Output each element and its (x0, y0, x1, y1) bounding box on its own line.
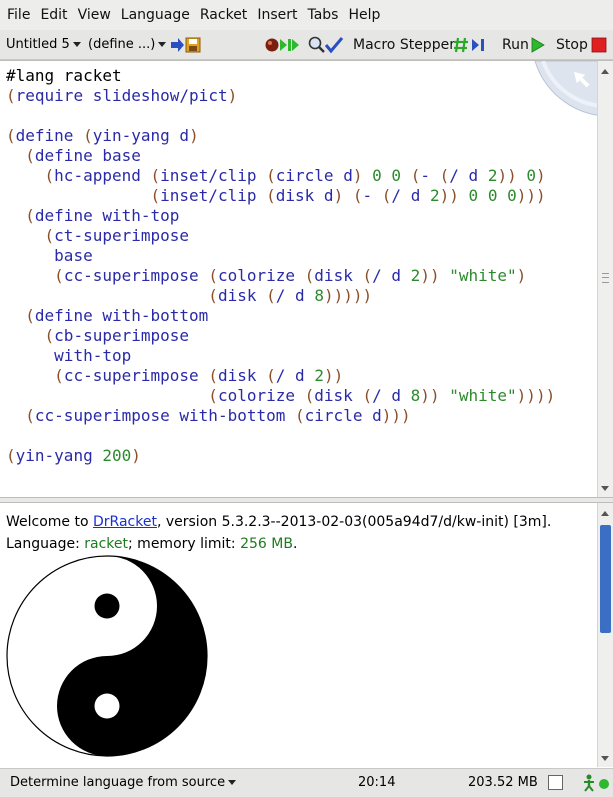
cursor-position: 20:14 (358, 775, 396, 790)
chevron-down-icon (72, 42, 81, 47)
macro-stepper-icon[interactable] (454, 36, 492, 54)
memory-limit-value: 256 MB (240, 536, 293, 552)
welcome-line: Welcome to DrRacket, version 5.3.2.3--20… (6, 511, 551, 533)
stop-icon[interactable] (591, 37, 607, 53)
menu-tabs[interactable]: Tabs (302, 0, 343, 30)
code-line[interactable]: base (6, 246, 555, 266)
code-line[interactable]: (cc-superimpose (disk (/ d 2)) (6, 366, 555, 386)
welcome-message: Welcome to DrRacket, version 5.3.2.3--20… (6, 511, 551, 555)
file-dropdown-label: Untitled 5 (6, 37, 70, 52)
running-figure-icon (584, 774, 594, 792)
drracket-link[interactable]: DrRacket (93, 514, 157, 530)
menu-help[interactable]: Help (343, 0, 385, 30)
code-line[interactable]: #lang racket (6, 66, 555, 86)
language-prefix: Language: (6, 536, 85, 552)
status-bar: Determine language from source 20:14 203… (0, 768, 613, 797)
code-line[interactable]: (cc-superimpose with-bottom (circle d))) (6, 406, 555, 426)
scroll-thumb[interactable] (600, 525, 611, 633)
code-line[interactable]: (inset/clip (disk d) (- (/ d 2)) 0 0 0))… (6, 186, 555, 206)
check-syntax-icon[interactable] (308, 36, 344, 54)
chevron-down-icon (228, 780, 237, 785)
editor-scrollbar[interactable] (597, 61, 613, 497)
scroll-up-icon[interactable] (601, 69, 609, 74)
code-line[interactable]: with-top (6, 346, 555, 366)
code-line[interactable]: (yin-yang 200) (6, 446, 555, 466)
macro-stepper-button[interactable]: Macro Stepper (353, 30, 455, 60)
code-line[interactable] (6, 426, 555, 446)
language-selector-label: Determine language from source (10, 775, 226, 790)
file-dropdown[interactable]: Untitled 5 (6, 30, 81, 60)
run-button[interactable]: Run (502, 30, 529, 60)
yin-yang-image (6, 555, 208, 757)
run-label: Run (502, 37, 529, 53)
code-line[interactable]: (disk (/ d 8))))) (6, 286, 555, 306)
code-line[interactable]: (require slideshow/pict) (6, 86, 555, 106)
interactions-pane[interactable]: Welcome to DrRacket, version 5.3.2.3--20… (0, 502, 613, 768)
menu-edit[interactable]: Edit (35, 0, 72, 30)
scroll-up-icon[interactable] (601, 511, 609, 516)
code-line[interactable]: (colorize (disk (/ d 8)) "white")))) (6, 386, 555, 406)
drracket-window: File Edit View Language Racket Insert Ta… (0, 0, 613, 797)
menu-view[interactable]: View (73, 0, 116, 30)
stop-label: Stop (556, 37, 588, 53)
code-line[interactable]: (define base (6, 146, 555, 166)
language-selector[interactable]: Determine language from source (10, 775, 237, 790)
memory-suffix: . (292, 536, 298, 552)
scroll-down-icon[interactable] (601, 756, 609, 761)
code-line[interactable]: (define (yin-yang d) (6, 126, 555, 146)
gc-indicator (548, 775, 563, 790)
menubar: File Edit View Language Racket Insert Ta… (0, 0, 613, 30)
run-icon[interactable] (531, 37, 545, 53)
welcome-prefix: Welcome to (6, 514, 93, 530)
menu-language[interactable]: Language (116, 0, 195, 30)
language-line: Language: racket; memory limit: 256 MB. (6, 533, 551, 555)
code-line[interactable]: (hc-append (inset/clip (circle d) 0 0 (-… (6, 166, 555, 186)
scroll-down-icon[interactable] (601, 486, 609, 491)
menu-insert[interactable]: Insert (252, 0, 302, 30)
stop-button[interactable]: Stop (556, 30, 588, 60)
interactions-scrollbar[interactable] (597, 503, 613, 767)
memory-usage: 203.52 MB (468, 775, 538, 790)
code-line[interactable] (6, 106, 555, 126)
debug-icon[interactable] (265, 36, 301, 54)
code-area[interactable]: #lang racket (require slideshow/pict) (de… (6, 66, 555, 466)
define-dropdown-label: (define ...) (88, 37, 156, 52)
status-light (599, 779, 609, 789)
define-dropdown[interactable]: (define ...) (88, 30, 167, 60)
save-icon[interactable] (170, 36, 202, 54)
code-line[interactable]: (cb-superimpose (6, 326, 555, 346)
scroll-grip-icon (602, 273, 609, 283)
menu-file[interactable]: File (2, 0, 35, 30)
welcome-suffix: , version 5.3.2.3--2013-02-03(005a94d7/d… (156, 514, 552, 530)
code-line[interactable]: (cc-superimpose (colorize (disk (/ d 2))… (6, 266, 555, 286)
definitions-editor[interactable]: #lang racket (require slideshow/pict) (de… (0, 60, 613, 498)
menu-racket[interactable]: Racket (195, 0, 252, 30)
code-line[interactable]: (define with-top (6, 206, 555, 226)
macro-stepper-label: Macro Stepper (353, 37, 455, 53)
language-value: racket (84, 536, 129, 552)
code-line[interactable]: (define with-bottom (6, 306, 555, 326)
code-line[interactable]: (ct-superimpose (6, 226, 555, 246)
memory-prefix: ; memory limit: (128, 536, 241, 552)
chevron-down-icon (158, 42, 167, 47)
